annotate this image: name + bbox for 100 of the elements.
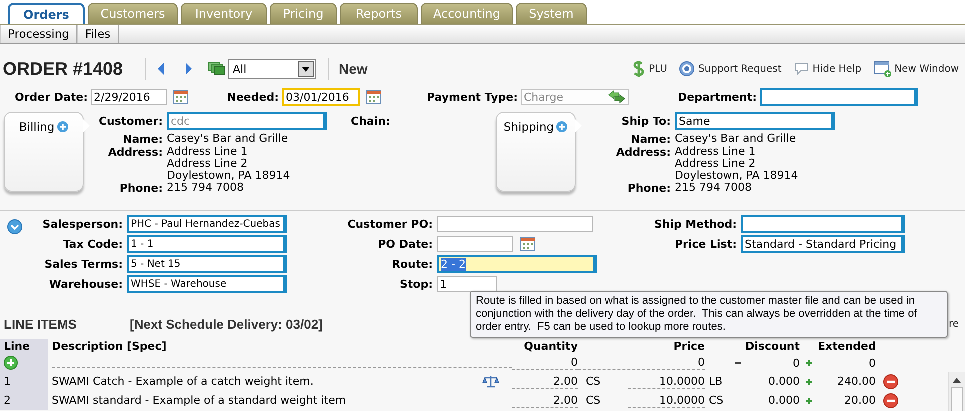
input-field[interactable] [760, 88, 918, 106]
stack-icon [208, 62, 226, 76]
help-icon [679, 61, 696, 77]
detail-text: Address Line 1 [675, 146, 757, 158]
add-icon [556, 121, 568, 133]
section-title: LINE ITEMS [4, 316, 78, 332]
table-cell: 2.00 [512, 394, 578, 408]
table-cell-text: 0 [792, 356, 800, 370]
scale-icon[interactable] [482, 374, 500, 388]
input-field[interactable]: 5 - Net 15 [127, 255, 287, 273]
table-cell-text: SWAMI Catch - Example of a catch weight item. [51, 375, 315, 388]
calendar-icon[interactable] [173, 89, 189, 105]
field-label: Chain: [351, 114, 390, 128]
toolbar-link[interactable]: New Window [874, 60, 959, 78]
field-label: PO Date: [377, 238, 433, 250]
calendar-icon[interactable] [520, 236, 536, 252]
field-label: Phone: [626, 182, 671, 195]
sub-tab[interactable]: Files [77, 25, 119, 43]
remove-icon[interactable] [883, 392, 899, 408]
table-cell-text: LB [708, 375, 724, 388]
field-label: Name: [122, 133, 163, 146]
expand-icon[interactable] [7, 219, 23, 235]
table-cell-text: 0 [868, 356, 876, 370]
link[interactable]: re [948, 318, 959, 330]
detail-text: Doylestown, PA 18914 [167, 170, 290, 182]
toolbar-link[interactable]: Hide Help [794, 61, 862, 77]
column-header: Quantity [523, 340, 578, 353]
field-label: Sales Terms: [44, 258, 123, 270]
scroll-thumb[interactable] [951, 387, 963, 411]
scrollbar[interactable] [948, 372, 965, 411]
field-label: Department: [677, 90, 757, 104]
table-cell-text: SWAMI standard - Example of a standard weight item [51, 394, 348, 407]
detail-text: 215 794 7008 [675, 182, 752, 194]
next-icon[interactable] [184, 62, 194, 76]
scroll-up-icon[interactable] [953, 376, 961, 382]
detail-text: Address Line 2 [675, 158, 757, 170]
dollar-icon [632, 60, 646, 78]
input-field[interactable] [437, 216, 593, 232]
table-cell-text: 20.00 [844, 394, 876, 407]
speech-bubble-icon [794, 61, 810, 77]
field-label: Price List: [674, 238, 737, 250]
delivery-note: [Next Schedule Delivery: 03/02] [130, 316, 323, 332]
table-cell: 2.00 [512, 374, 578, 388]
add-line-icon[interactable] [4, 356, 18, 370]
table-cell-text: 240.00 [836, 375, 876, 388]
input-field[interactable]: Same [675, 112, 835, 130]
input-field[interactable] [741, 215, 905, 233]
input-field[interactable]: cdc [167, 112, 327, 130]
field-label: Route: [391, 258, 433, 270]
field-label: Stop: [398, 278, 433, 290]
field-label: Address: [107, 146, 163, 159]
input-field[interactable]: 1 - 1 [127, 235, 287, 253]
input-field[interactable] [437, 236, 513, 252]
field-label: Address: [615, 146, 671, 159]
field-label: Salesperson: [42, 218, 123, 230]
column-header: Line [4, 340, 30, 353]
column-header: Price [672, 340, 705, 353]
nav-tab[interactable]: Orders [8, 3, 85, 24]
table-cell: 10.0000 [628, 374, 705, 388]
plus-icon[interactable] [805, 359, 813, 367]
sub-tab[interactable]: Processing [0, 25, 78, 43]
field-label: Warehouse: [48, 278, 123, 290]
field-label: Tax Code: [62, 238, 123, 250]
remove-icon[interactable] [883, 374, 899, 390]
input-field[interactable]: 2 - 2 [437, 255, 597, 273]
input-field[interactable]: 03/01/2016 [282, 88, 360, 106]
field-label: Customer PO: [346, 218, 433, 230]
field-label: Customer: [98, 114, 163, 128]
input-field[interactable]: 1 [437, 276, 497, 292]
field-label: Needed: [226, 90, 279, 104]
input-field[interactable]: WHSE - Warehouse [127, 275, 287, 293]
table-cell-text: CS [585, 394, 602, 407]
input-field[interactable]: PHC - Paul Hernandez-Cuebas [127, 215, 287, 233]
detail-text: Address Line 1 [167, 146, 249, 158]
calendar-icon[interactable] [366, 89, 382, 105]
table-cell-text: 0.000 [768, 394, 800, 407]
field-label: Payment Type: [426, 90, 518, 104]
input-field[interactable]: Standard - Standard Pricing [741, 235, 905, 253]
toolbar-link[interactable]: Support Request [679, 61, 782, 77]
detail-text: Doylestown, PA 18914 [675, 170, 798, 182]
toolbar-link[interactable]: PLU [632, 60, 668, 78]
detail-text: Casey's Bar and Grille [675, 133, 796, 145]
field-label: Name: [630, 133, 671, 146]
table-cell: 0 [512, 356, 578, 370]
tooltip: Route is filled in based on what is assigned to the customer master file and can be used in conjunction with the delivery day of the order. This can always be overridden at the time of order entry. F5 can be used to lookup more routes. [470, 291, 948, 338]
plus-icon[interactable] [805, 396, 813, 404]
previous-icon[interactable] [156, 62, 166, 76]
table-cell-text: 0.000 [768, 375, 800, 388]
input-field[interactable]: 2/29/2016 [91, 89, 167, 105]
plus-icon[interactable] [805, 378, 813, 386]
field-label: Ship Method: [653, 218, 737, 230]
field-label: Phone: [118, 182, 163, 195]
minus-icon[interactable] [734, 359, 742, 367]
table-cell: 0 [578, 356, 705, 370]
table-cell-text: CS [585, 375, 602, 388]
add-icon [56, 121, 69, 133]
filter-dropdown[interactable]: All [228, 59, 316, 79]
table-cell: 1 [0, 372, 48, 391]
table-cell-text: CS [708, 394, 725, 407]
order-title: ORDER #1408 [3, 58, 124, 80]
